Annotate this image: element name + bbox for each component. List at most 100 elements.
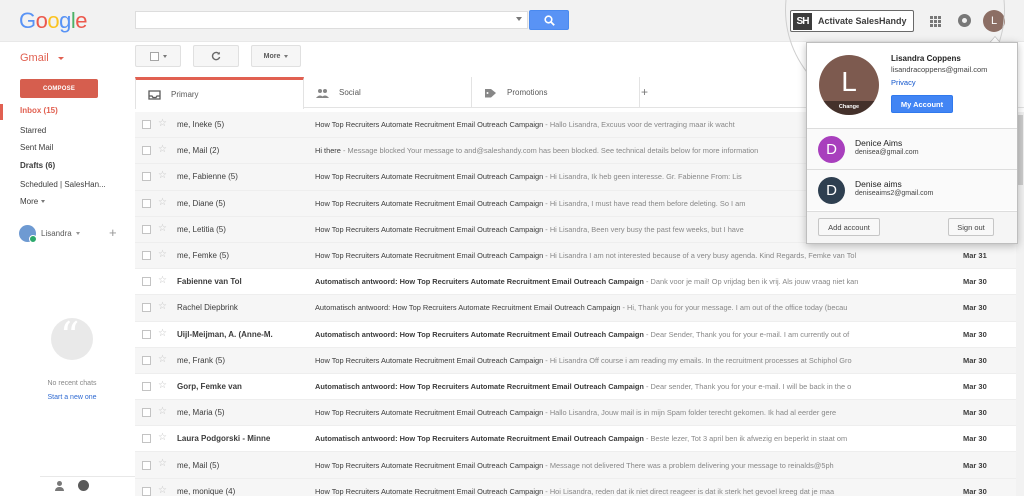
row-checkbox[interactable] (142, 198, 151, 208)
star-icon[interactable]: ☆ (158, 144, 167, 155)
sidebar-item[interactable]: Starred (20, 126, 46, 135)
tab-promotions[interactable]: Promotions (472, 77, 640, 108)
row-subject-line: Automatisch antwoord: How Top Recruiters… (315, 303, 935, 312)
add-account-button[interactable]: Add account (818, 218, 880, 236)
more-actions-button[interactable]: More (251, 45, 301, 67)
compose-button[interactable]: COMPOSE (20, 79, 98, 98)
row-snippet: - Dear Sender, Thank you for your e-mail… (643, 329, 850, 339)
search-button[interactable] (529, 10, 569, 30)
add-tab-plus-icon[interactable]: + (641, 85, 648, 99)
hangouts-avatar (19, 224, 37, 243)
row-subject-line: How Top Recruiters Automate Recruitment … (315, 461, 935, 470)
hangouts-user-name: Lisandra (41, 228, 72, 238)
row-subject-line: Automatisch antwoord: How Top Recruiters… (315, 330, 935, 339)
row-subject-line: Automatisch antwoord: How Top Recruiters… (315, 434, 935, 443)
select-all-checkbox[interactable] (149, 51, 159, 61)
table-row[interactable]: ☆ Fabienne van Tol Automatisch antwoord: H… (135, 269, 1024, 296)
row-subject: Automatisch antwoord: How Top Recruiters… (315, 381, 644, 391)
sidebar-item[interactable]: Drafts (6) (20, 161, 55, 170)
row-sender: Uijl-Meijman, A. (Anne-M. (177, 329, 273, 339)
sidebar-item[interactable]: More (20, 197, 46, 206)
table-row[interactable]: ☆ me, Mail (5) How Top Recruiters Automate… (135, 452, 1024, 479)
row-sender: me, Ineke (5) (177, 120, 225, 130)
sidebar-item[interactable]: Sent Mail (20, 143, 53, 152)
refresh-icon (211, 51, 221, 61)
sign-out-button[interactable]: Sign out (948, 218, 994, 236)
row-date: Mar 30 (963, 408, 987, 418)
table-row[interactable]: ☆ me, monique (4) How Top Recruiters Autom… (135, 478, 1024, 496)
table-row[interactable]: ☆ me, Femke (5) How Top Recruiters Automat… (135, 242, 1024, 270)
row-checkbox[interactable] (142, 460, 151, 470)
row-sender: me, Diane (5) (177, 198, 226, 208)
star-icon[interactable]: ☆ (158, 223, 167, 234)
row-date: Mar 30 (963, 277, 987, 287)
select-checkbox-button[interactable] (135, 45, 181, 67)
star-icon[interactable]: ☆ (158, 354, 167, 365)
search-input[interactable] (135, 11, 528, 29)
star-icon[interactable]: ☆ (158, 249, 167, 260)
row-checkbox[interactable] (142, 251, 151, 261)
star-icon[interactable]: ☆ (158, 118, 167, 129)
table-row[interactable]: ☆ Laura Podgorski - Minne Automatisch antw… (135, 426, 1024, 453)
row-checkbox[interactable] (142, 277, 151, 287)
current-account-avatar[interactable]: L Change (819, 55, 879, 115)
change-photo-button[interactable]: Change (819, 101, 879, 115)
tab-primary[interactable]: Primary (135, 77, 304, 109)
my-account-button[interactable]: My Account (891, 95, 953, 113)
table-row[interactable]: ☆ Rachel Diepbrink Automatisch antwoord: H… (135, 295, 1024, 322)
contacts-person-icon[interactable] (55, 481, 64, 491)
row-checkbox[interactable] (142, 381, 151, 391)
sidebar-item[interactable]: Inbox (15) (20, 106, 58, 115)
logo-letter: g (59, 8, 71, 33)
google-logo[interactable]: Google (19, 8, 88, 34)
star-icon[interactable]: ☆ (158, 485, 167, 496)
row-checkbox[interactable] (142, 224, 151, 234)
row-checkbox[interactable] (142, 172, 151, 182)
table-row[interactable]: ☆ me, Maria (5) How Top Recruiters Automat… (135, 400, 1024, 427)
star-icon[interactable]: ☆ (158, 458, 167, 469)
star-icon[interactable]: ☆ (158, 432, 167, 443)
scrollbar-thumb[interactable] (1018, 115, 1023, 185)
refresh-button[interactable] (193, 45, 239, 67)
table-row[interactable]: ☆ me, Frank (5) How Top Recruiters Automat… (135, 347, 1024, 374)
gmail-menu-label[interactable]: Gmail (20, 52, 49, 64)
other-account-email: deniseaims2@gmail.com (855, 190, 934, 197)
start-new-chat-link[interactable]: Start a new one (0, 394, 144, 401)
row-date: Mar 31 (963, 251, 987, 261)
row-subject: How Top Recruiters Automate Recruitment … (315, 251, 544, 261)
row-checkbox[interactable] (142, 486, 151, 496)
row-checkbox[interactable] (142, 120, 151, 130)
row-subject-line: How Top Recruiters Automate Recruitment … (315, 487, 935, 496)
other-account-item[interactable]: D Denise aims deniseaims2@gmail.com (807, 170, 1017, 210)
tab-social[interactable]: Social (304, 77, 472, 108)
row-snippet: - Hi Lisandra, Ik heb geen interesse. Gr… (543, 172, 742, 182)
row-subject-line: How Top Recruiters Automate Recruitment … (315, 356, 935, 365)
star-icon[interactable]: ☆ (158, 170, 167, 181)
privacy-link[interactable]: Privacy (891, 78, 916, 87)
star-icon[interactable]: ☆ (158, 328, 167, 339)
other-account-item[interactable]: D Denice Aims denisea@gmail.com (807, 129, 1017, 169)
row-checkbox[interactable] (142, 303, 151, 313)
table-row[interactable]: ☆ Uijl-Meijman, A. (Anne-M. Automatisch an… (135, 321, 1024, 348)
hangouts-quote-icon (51, 314, 93, 360)
star-icon[interactable]: ☆ (158, 197, 167, 208)
hangouts-icon[interactable] (78, 480, 89, 491)
new-chat-plus-icon[interactable]: + (109, 226, 117, 239)
star-icon[interactable]: ☆ (158, 301, 167, 312)
row-checkbox[interactable] (142, 408, 151, 418)
star-icon[interactable]: ☆ (158, 275, 167, 286)
row-checkbox[interactable] (142, 355, 151, 365)
gmail-menu-caret-icon[interactable] (58, 57, 64, 60)
row-snippet: - Hi Lisandra Off course i am reading my… (543, 355, 852, 365)
star-icon[interactable]: ☆ (158, 380, 167, 391)
star-icon[interactable]: ☆ (158, 406, 167, 417)
search-options-caret-icon[interactable] (516, 17, 522, 21)
table-row[interactable]: ☆ Gorp, Femke van Automatisch antwoord: Ho… (135, 373, 1024, 401)
row-sender: me, Mail (5) (177, 460, 220, 470)
row-checkbox[interactable] (142, 146, 151, 156)
sidebar-item-label: Drafts (6) (20, 161, 56, 170)
sidebar-item[interactable]: Scheduled | SalesHan... (20, 180, 106, 189)
row-checkbox[interactable] (142, 434, 151, 444)
row-checkbox[interactable] (142, 329, 151, 339)
logo-letter: G (19, 8, 36, 33)
